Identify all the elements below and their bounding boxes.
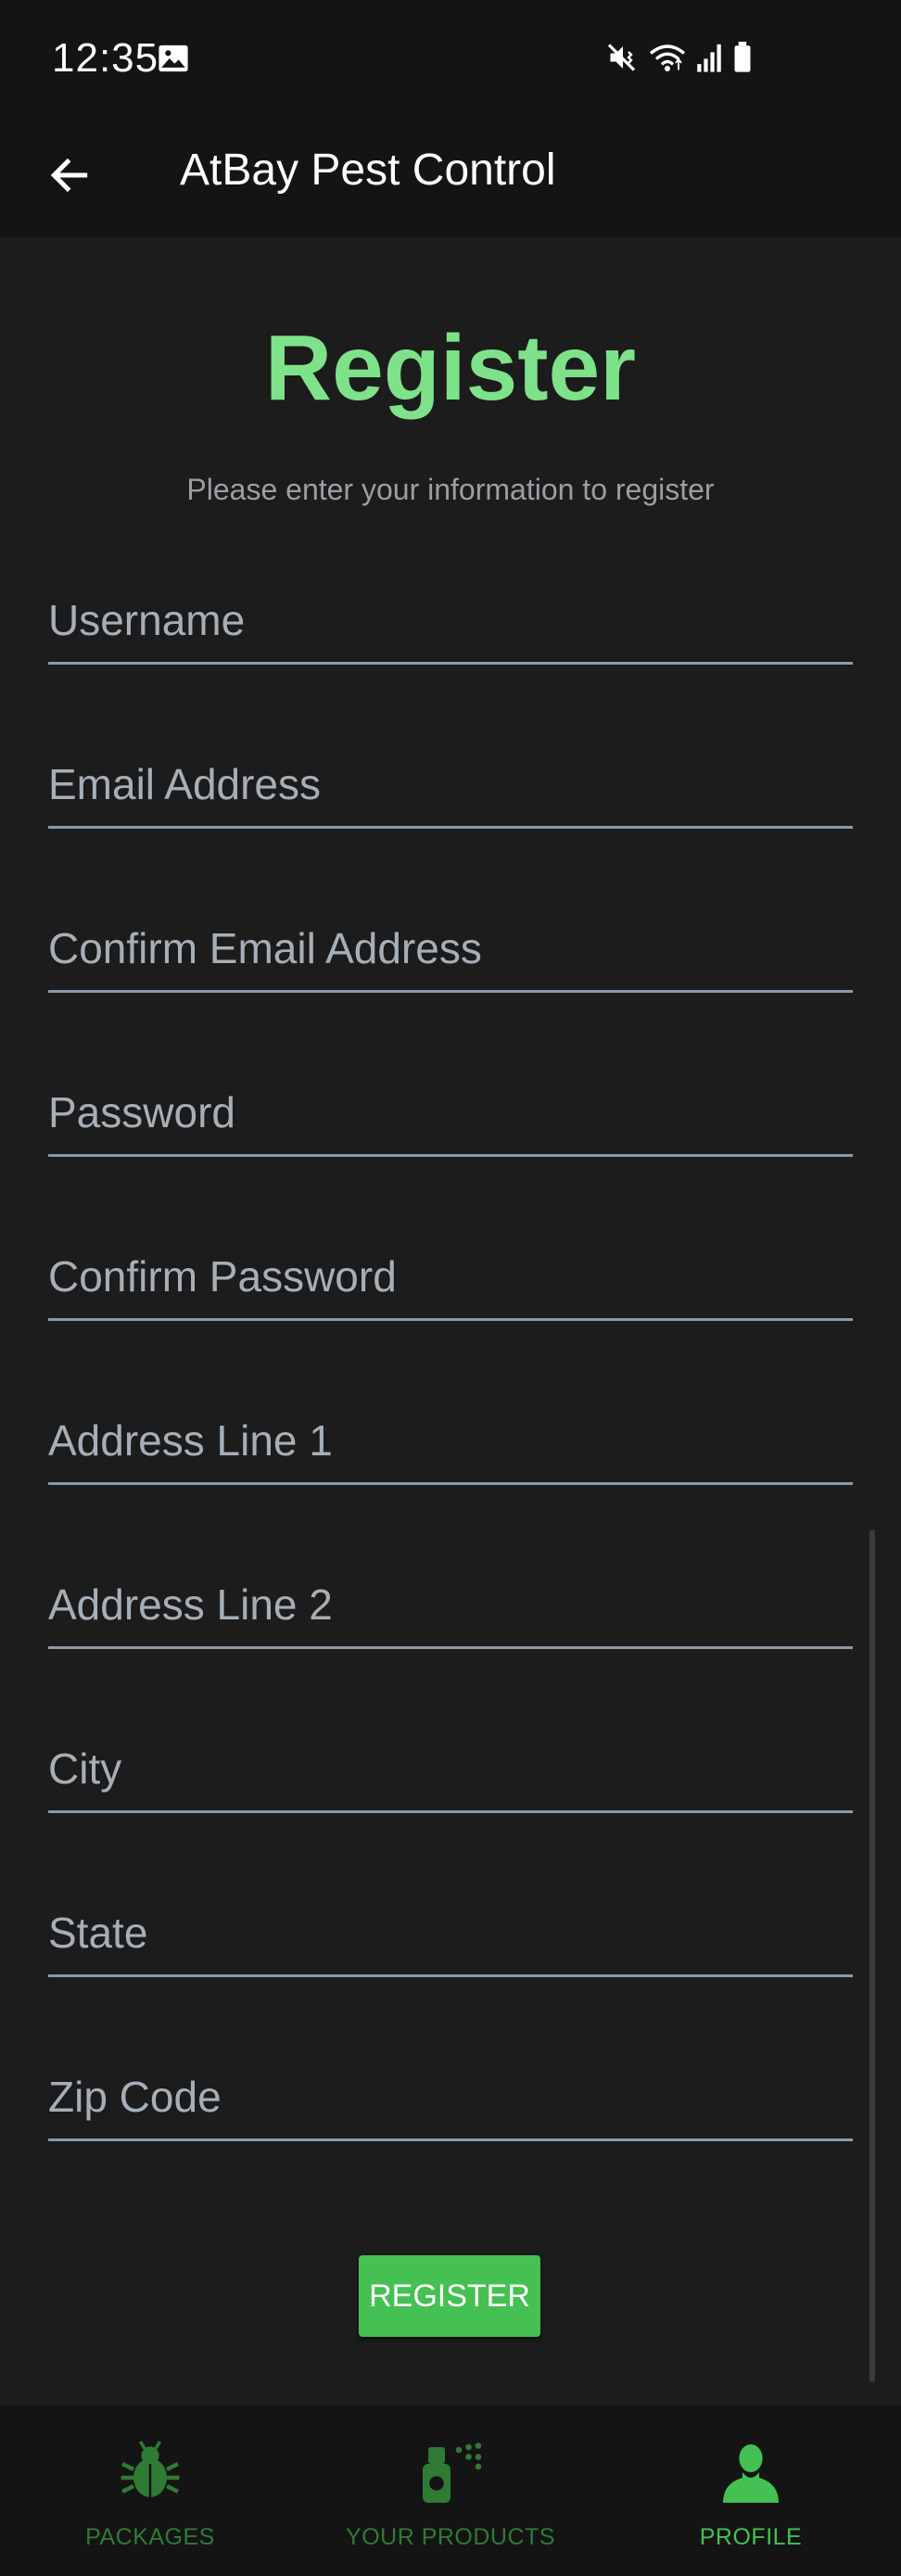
state-field[interactable] (48, 1891, 853, 1982)
email-field-container (48, 742, 853, 833)
email-field[interactable] (48, 742, 853, 833)
confirm-email-field-container (48, 907, 853, 997)
person-icon (723, 2444, 779, 2503)
city-field-container (48, 1727, 853, 1818)
app-title: AtBay Pest Control (180, 146, 556, 195)
nav-item-your-products[interactable]: YOUR PRODUCTS (300, 2405, 601, 2576)
app-bar: AtBay Pest Control (0, 119, 901, 237)
bug-icon (121, 2441, 180, 2497)
zip-code-field[interactable] (48, 2055, 853, 2146)
status-icons (606, 41, 753, 74)
username-field[interactable] (48, 578, 853, 669)
spray-bottle-icon (423, 2443, 482, 2503)
nav-label-packages: PACKAGES (85, 2524, 215, 2550)
password-field-container (48, 1071, 853, 1161)
scrollbar[interactable] (869, 1529, 875, 2382)
status-time: 12:35 (52, 35, 159, 81)
bottom-navigation: PACKAGES YOUR PRODUCTS PROFILE (0, 2405, 901, 2576)
nav-item-packages[interactable]: PACKAGES (0, 2405, 300, 2576)
page-subtitle: Please enter your information to registe… (186, 473, 715, 506)
arrow-left-icon (50, 158, 88, 193)
address-line-1-field-container (48, 1399, 853, 1490)
address-line-1-field[interactable] (48, 1399, 853, 1490)
password-field[interactable] (48, 1071, 853, 1161)
status-bar: 12:35 (0, 0, 901, 119)
username-field-container (48, 578, 853, 669)
image-notification-icon (159, 44, 188, 72)
confirm-email-field[interactable] (48, 907, 853, 997)
register-button[interactable]: REGISTER (359, 2255, 540, 2337)
mute-vibrate-icon (607, 44, 636, 71)
battery-icon (734, 42, 751, 72)
signal-icon (697, 44, 721, 72)
city-field[interactable] (48, 1727, 853, 1818)
nav-item-profile[interactable]: PROFILE (601, 2405, 901, 2576)
wifi-icon (649, 44, 686, 71)
address-line-2-field[interactable] (48, 1563, 853, 1654)
nav-label-your-products: YOUR PRODUCTS (346, 2524, 555, 2550)
page-title: Register (264, 316, 637, 420)
register-screen: 12:35 AtBay Pest Control Register Please… (0, 0, 901, 2576)
state-field-container (48, 1891, 853, 1982)
zip-code-field-container (48, 2055, 853, 2146)
confirm-password-field-container (48, 1235, 853, 1326)
back-button[interactable] (37, 143, 102, 208)
confirm-password-field[interactable] (48, 1235, 853, 1326)
nav-label-profile: PROFILE (699, 2524, 803, 2550)
address-line-2-field-container (48, 1563, 853, 1654)
